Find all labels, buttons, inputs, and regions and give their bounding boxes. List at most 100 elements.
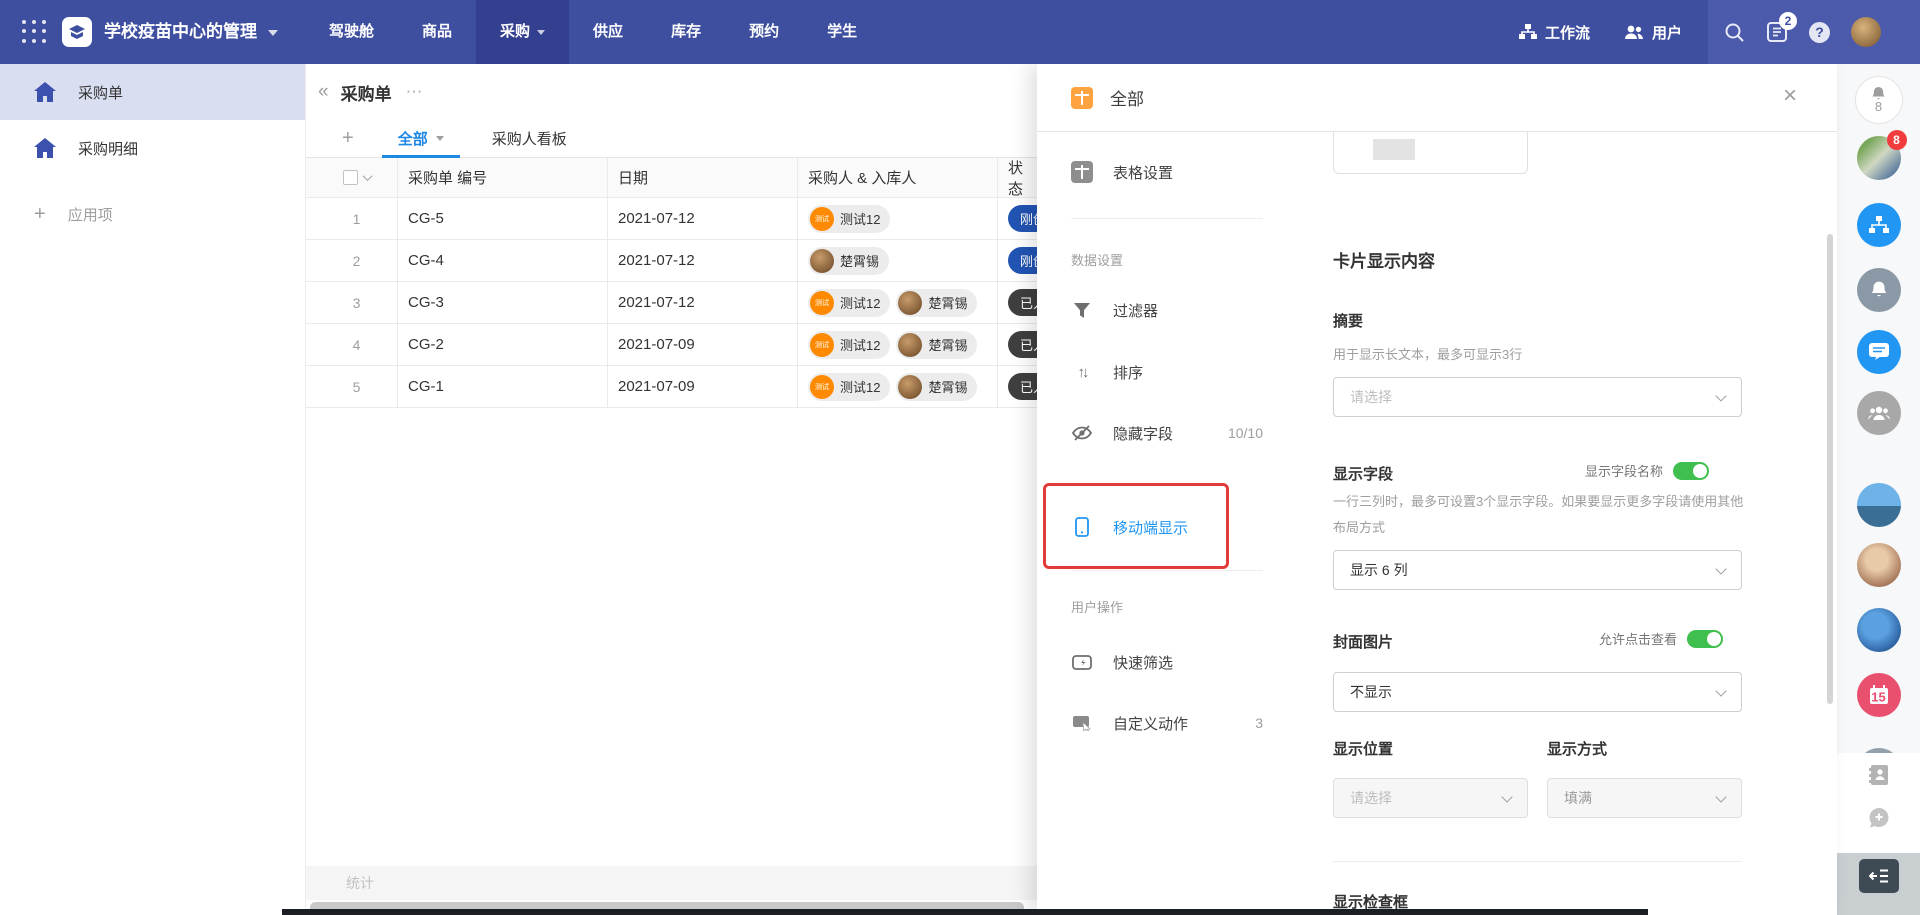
cell-code[interactable]: CG-5: [398, 198, 608, 239]
menu-item-hidden-fields[interactable]: 隐藏字段 10/10: [1071, 415, 1285, 451]
eye-off-icon: [1071, 425, 1093, 441]
cell-date[interactable]: 2021-07-09: [608, 324, 798, 365]
display-fields-label: 显示字段: [1333, 463, 1393, 484]
chat-icon: [1869, 343, 1889, 362]
panel-header: 全部 ×: [1037, 64, 1837, 132]
notification-bell-button[interactable]: 8: [1855, 76, 1903, 124]
select-all-checkbox[interactable]: [343, 170, 358, 185]
column-header-date[interactable]: 日期: [608, 158, 798, 197]
columns-select[interactable]: 显示 6 列: [1333, 550, 1742, 590]
close-icon[interactable]: ×: [1783, 84, 1797, 108]
toggle-label: 允许点击查看: [1599, 629, 1677, 648]
user-avatar[interactable]: [1851, 17, 1881, 47]
cell-status: 刚创建: [998, 198, 1037, 239]
column-header-code[interactable]: 采购单 编号: [398, 158, 608, 197]
home-icon: [34, 82, 56, 102]
cell-code[interactable]: CG-2: [398, 324, 608, 365]
user-chip: 楚霄锡: [896, 289, 977, 317]
nav-item-purchase[interactable]: 采购: [476, 0, 569, 64]
tab-purchaser-board[interactable]: 采购人看板: [492, 120, 567, 158]
user-chip: 楚霄锡: [808, 247, 889, 275]
cell-code[interactable]: CG-4: [398, 240, 608, 281]
menu-item-mobile-display[interactable]: 移动端显示: [1071, 509, 1285, 545]
workflow-dock-button[interactable]: [1857, 203, 1901, 247]
chat-contact-avatar[interactable]: [1857, 543, 1901, 587]
sidebar-item-purchase-detail[interactable]: 采购明细: [0, 120, 305, 176]
help-icon[interactable]: ?: [1809, 22, 1830, 43]
avatar: 测试: [810, 207, 834, 231]
menu-item-sort[interactable]: ↑↓ 排序: [1071, 354, 1285, 390]
vertical-scrollbar[interactable]: [1827, 234, 1833, 704]
address-book-icon[interactable]: [1867, 763, 1891, 787]
quick-filter-icon: [1071, 655, 1093, 670]
cell-code[interactable]: CG-3: [398, 282, 608, 323]
chat-contact-avatar[interactable]: 8: [1857, 136, 1901, 180]
add-view-button[interactable]: +: [342, 127, 354, 150]
chevron-down-icon: [1501, 791, 1512, 802]
tab-all[interactable]: 全部: [398, 120, 444, 158]
add-app-item-button[interactable]: + 应用项: [0, 186, 305, 242]
cell-date[interactable]: 2021-07-12: [608, 198, 798, 239]
chat-contact-avatar[interactable]: [1857, 608, 1901, 652]
column-header-status[interactable]: 状态: [998, 158, 1037, 197]
nav-item-label: 采购: [500, 0, 530, 64]
menu-item-label: 过滤器: [1113, 300, 1158, 321]
nav-item-appointment[interactable]: 预约: [725, 0, 803, 64]
abstract-select[interactable]: 请选择: [1333, 377, 1742, 417]
inbox-icon[interactable]: 2: [1766, 21, 1788, 43]
position-select[interactable]: 请选择: [1333, 778, 1528, 818]
statistics-bar[interactable]: 统计: [306, 866, 1037, 900]
app-title[interactable]: 学校疫苗中心的管理: [104, 0, 257, 64]
menu-item-custom-action[interactable]: 自定义动作 3: [1071, 705, 1285, 741]
cell-status: 已入库: [998, 282, 1037, 323]
new-chat-icon[interactable]: [1867, 806, 1891, 830]
menu-item-filter[interactable]: 过滤器: [1071, 292, 1285, 328]
home-icon: [34, 138, 56, 158]
bell-icon: [1870, 281, 1888, 299]
table-row[interactable]: 4 CG-2 2021-07-09 测试测试12 楚霄锡 已入库: [306, 324, 1037, 366]
nav-item-goods[interactable]: 商品: [398, 0, 476, 64]
collapse-sidebar-icon[interactable]: «: [318, 81, 329, 103]
apps-grid-icon[interactable]: [22, 20, 48, 44]
cell-date[interactable]: 2021-07-12: [608, 282, 798, 323]
row-number: 5: [306, 366, 398, 407]
menu-item-quick-filter[interactable]: 快速筛选: [1071, 644, 1285, 680]
cover-display-select[interactable]: 不显示: [1333, 672, 1742, 712]
bell-dock-button[interactable]: [1857, 268, 1901, 312]
chevron-down-icon: [436, 136, 444, 141]
calendar-dock-button[interactable]: 15: [1857, 673, 1901, 717]
table-row[interactable]: 1 CG-5 2021-07-12 测试测试12 刚创建: [306, 198, 1037, 240]
table-row[interactable]: 5 CG-1 2021-07-09 测试测试12 楚霄锡 已入库: [306, 366, 1037, 408]
table-row[interactable]: 2 CG-4 2021-07-12 楚霄锡 刚创建: [306, 240, 1037, 282]
column-header-people[interactable]: 采购人 & 入库人: [798, 158, 998, 197]
content-heading: 卡片显示内容: [1333, 247, 1435, 272]
chevron-down-icon[interactable]: [268, 30, 278, 36]
groups-dock-button[interactable]: [1857, 391, 1901, 435]
search-icon[interactable]: [1724, 22, 1745, 43]
field-name-toggle[interactable]: [1673, 462, 1709, 480]
nav-item-inventory[interactable]: 库存: [647, 0, 725, 64]
user-chip-label: 楚霄锡: [928, 335, 967, 354]
avatar: [898, 375, 922, 399]
cell-code[interactable]: CG-1: [398, 366, 608, 407]
cover-click-toggle[interactable]: [1687, 630, 1723, 648]
chat-dock-button[interactable]: [1857, 330, 1901, 374]
nav-item-cockpit[interactable]: 驾驶舱: [305, 0, 398, 64]
chevron-down-icon[interactable]: [362, 171, 372, 181]
sidebar-item-purchase-order[interactable]: 采购单: [0, 64, 305, 120]
app-logo-icon[interactable]: [62, 17, 92, 47]
nav-item-supply[interactable]: 供应: [569, 0, 647, 64]
nav-item-student[interactable]: 学生: [803, 0, 881, 64]
workflow-button[interactable]: 工作流: [1519, 22, 1590, 43]
menu-item-table-settings[interactable]: 表格设置: [1071, 154, 1285, 190]
users-button[interactable]: 用户: [1624, 22, 1682, 43]
collapse-panel-button[interactable]: [1859, 859, 1899, 893]
inbox-count-badge: 2: [1779, 12, 1797, 30]
mode-select[interactable]: 填满: [1547, 778, 1742, 818]
cell-date[interactable]: 2021-07-09: [608, 366, 798, 407]
worksheet-header: « 采购单 ⋯: [306, 64, 1037, 120]
cell-date[interactable]: 2021-07-12: [608, 240, 798, 281]
chat-contact-avatar[interactable]: [1857, 483, 1901, 527]
table-row[interactable]: 3 CG-3 2021-07-12 测试测试12 楚霄锡 已入库: [306, 282, 1037, 324]
more-actions-icon[interactable]: ⋯: [406, 82, 424, 102]
